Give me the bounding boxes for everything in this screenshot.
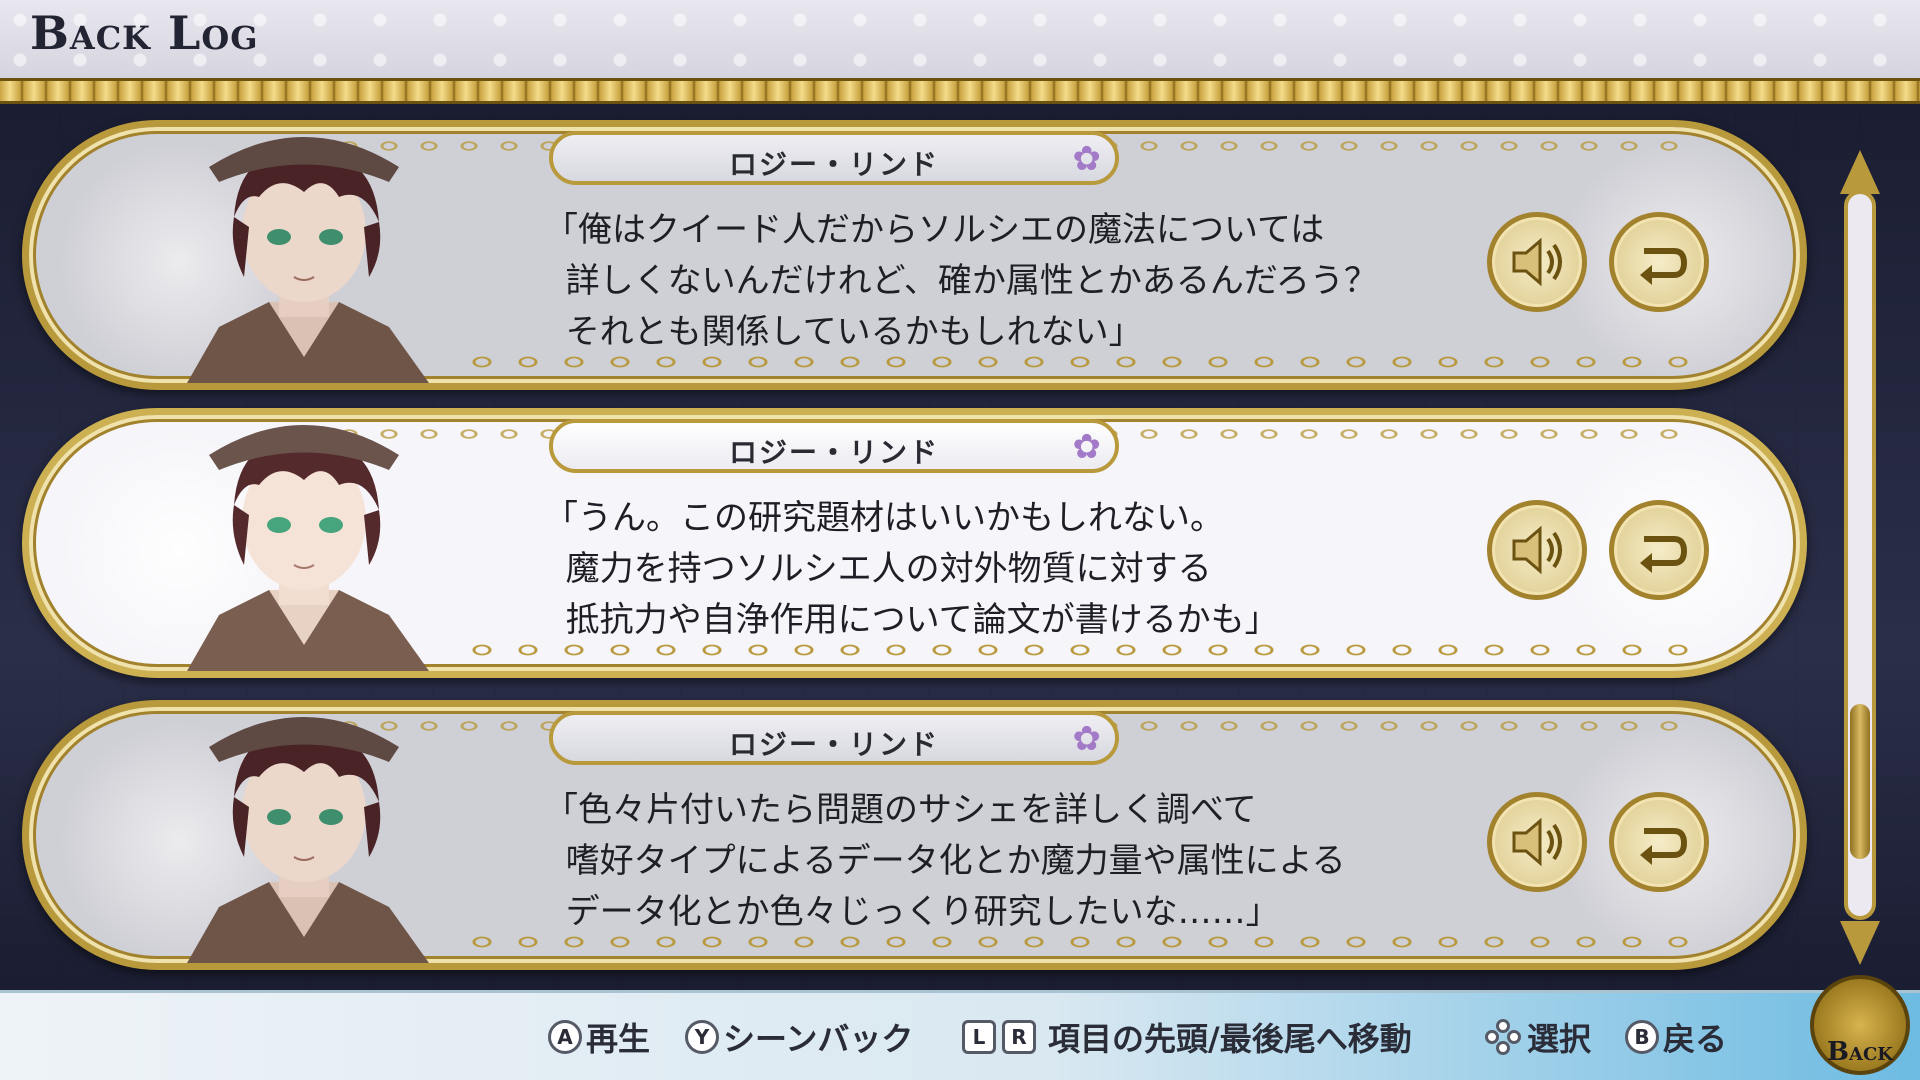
speaker-icon — [1512, 817, 1562, 867]
dialogue-text: 「色々片付いたら問題のサシェを詳しく調べて 嗜好タイプによるデータ化とか魔力量や… — [544, 790, 1346, 932]
scene-jump-button[interactable] — [1609, 212, 1709, 312]
y-button-icon: Y — [685, 1020, 719, 1054]
hint-replay: A 再生 — [548, 1015, 650, 1059]
log-entry[interactable]: ロジー・リンド ✿ 「俺はクイード人だからソルシエの魔法については 詳しくないん… — [22, 120, 1807, 390]
character-portrait — [187, 717, 429, 963]
dpad-icon — [1485, 1019, 1521, 1055]
scrollbar[interactable] — [1836, 150, 1884, 965]
hint-replay-label: 再生 — [586, 1020, 651, 1058]
rose-icon: ✿ — [1072, 719, 1102, 759]
button-hint-bar: A 再生 Y シーンバック L R 項目の先頭/最後尾へ移動 選択 B 戻る — [0, 990, 1920, 1080]
speaker-name: ロジー・リンド — [728, 148, 939, 181]
character-portrait — [187, 137, 429, 383]
speaker-name-plate: ロジー・リンド ✿ — [549, 419, 1119, 473]
speaker-icon — [1512, 237, 1562, 287]
a-button-icon: A — [548, 1020, 582, 1054]
hint-jump-ends: L R 項目の先頭/最後尾へ移動 — [962, 1015, 1412, 1059]
header-gold-border — [0, 78, 1920, 104]
replay-voice-button[interactable] — [1487, 792, 1587, 892]
hint-return: B 戻る — [1625, 1015, 1727, 1059]
return-arrow-icon — [1640, 536, 1688, 573]
log-entry[interactable]: ロジー・リンド ✿ 「うん。この研究題材はいいかもしれない。 魔力を持つソルシエ… — [22, 408, 1807, 678]
scene-jump-button[interactable] — [1609, 500, 1709, 600]
scene-jump-button[interactable] — [1609, 792, 1709, 892]
replay-voice-button[interactable] — [1487, 500, 1587, 600]
speaker-icon — [1512, 525, 1562, 575]
l-button-icon: L — [962, 1020, 996, 1054]
scroll-up-arrow-icon[interactable] — [1840, 150, 1880, 194]
rose-icon: ✿ — [1072, 139, 1102, 179]
log-entry[interactable]: ロジー・リンド ✿ 「色々片付いたら問題のサシェを詳しく調べて 嗜好タイプによる… — [22, 700, 1807, 970]
hint-select-label: 選択 — [1527, 1020, 1592, 1058]
backlog-screen: Back Log ロジー・リンド ✿ 「俺はクイード人だからソルシエの魔法につい… — [0, 0, 1920, 1080]
hint-return-label: 戻る — [1663, 1020, 1728, 1058]
return-arrow-icon — [1640, 828, 1688, 865]
speaker-name: ロジー・リンド — [728, 728, 939, 761]
speaker-name-plate: ロジー・リンド ✿ — [549, 131, 1119, 185]
rose-icon: ✿ — [1072, 427, 1102, 467]
speaker-name-plate: ロジー・リンド ✿ — [549, 711, 1119, 765]
hint-jump-ends-label: 項目の先頭/最後尾へ移動 — [1048, 1020, 1412, 1058]
scroll-thumb[interactable] — [1850, 704, 1870, 860]
header-bar: Back Log — [0, 0, 1920, 78]
back-button[interactable]: Back — [1810, 975, 1910, 1075]
speaker-name: ロジー・リンド — [728, 436, 939, 469]
r-button-icon: R — [1002, 1020, 1036, 1054]
page-title: Back Log — [30, 6, 259, 60]
b-button-icon: B — [1625, 1020, 1659, 1054]
scroll-down-arrow-icon[interactable] — [1840, 921, 1880, 965]
return-arrow-icon — [1640, 248, 1688, 285]
dialogue-text: 「うん。この研究題材はいいかもしれない。 魔力を持つソルシエ人の対外物質に対する… — [544, 498, 1279, 640]
back-button-label: Back — [1827, 1037, 1893, 1067]
replay-voice-button[interactable] — [1487, 212, 1587, 312]
hint-scene-back-label: シーンバック — [723, 1020, 914, 1058]
hint-select: 選択 — [1485, 1015, 1591, 1059]
character-portrait — [187, 425, 429, 671]
dialogue-text: 「俺はクイード人だからソルシエの魔法については 詳しくないんだけれど、確か属性と… — [544, 210, 1378, 352]
hint-scene-back: Y シーンバック — [685, 1015, 913, 1059]
